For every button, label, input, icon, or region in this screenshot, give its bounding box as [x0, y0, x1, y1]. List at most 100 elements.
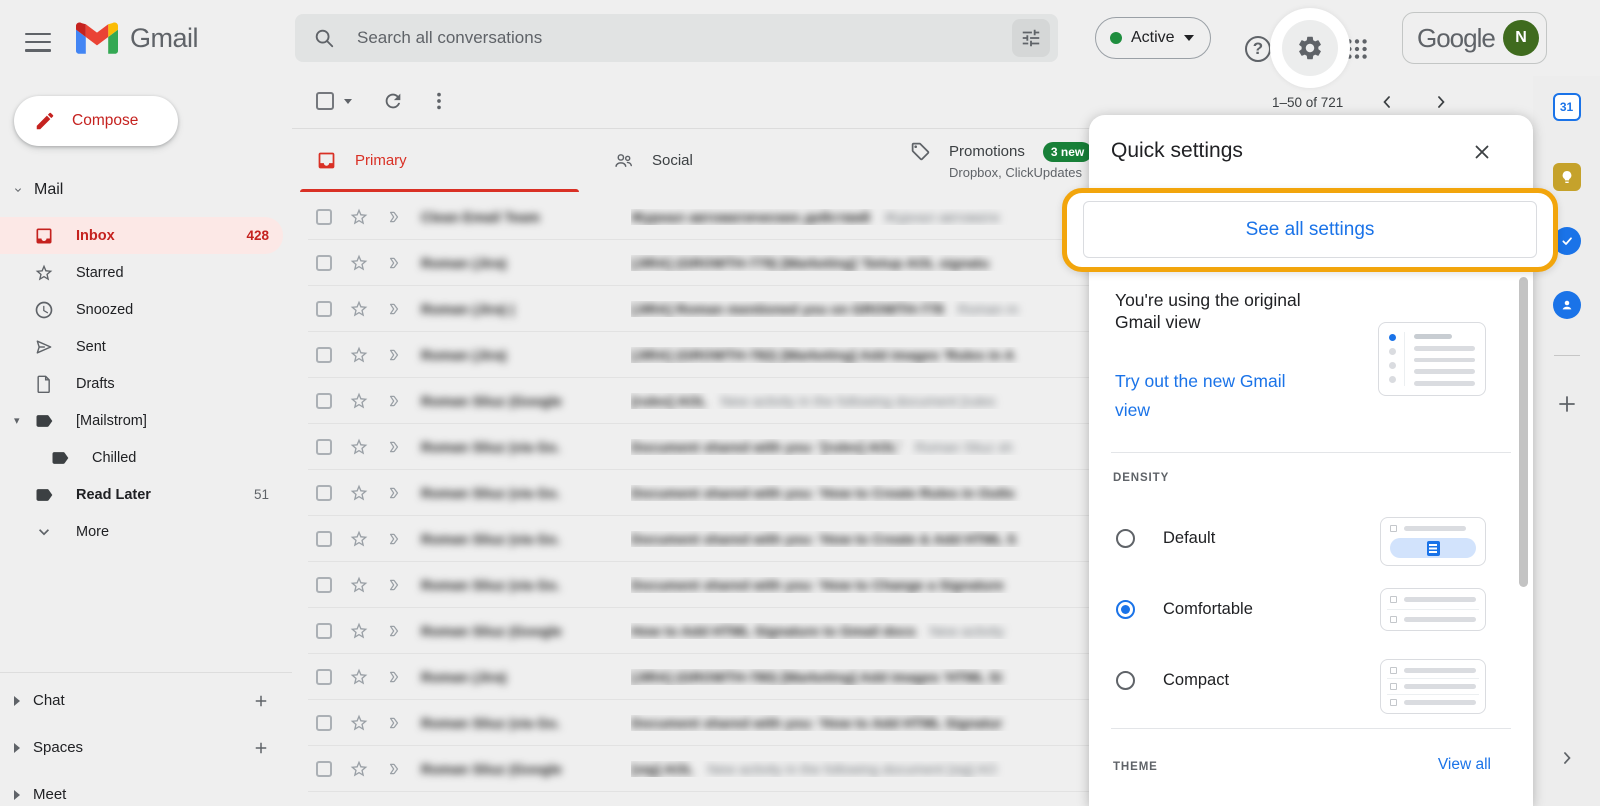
theme-view-all-link[interactable]: View all	[1438, 756, 1491, 774]
row-checkbox[interactable]	[316, 393, 332, 409]
row-checkbox[interactable]	[316, 439, 332, 455]
top-header: Gmail Search all conversations Active ? …	[0, 0, 1600, 76]
status-label: Active	[1131, 29, 1175, 47]
expand-right-icon[interactable]	[14, 790, 20, 800]
select-all-checkbox[interactable]	[316, 92, 334, 110]
row-checkbox[interactable]	[316, 301, 332, 317]
importance-marker-icon[interactable]	[386, 529, 406, 549]
search-bar[interactable]: Search all conversations	[295, 14, 1058, 62]
star-icon[interactable]	[349, 575, 369, 595]
star-icon[interactable]	[349, 621, 369, 641]
star-icon[interactable]	[349, 437, 369, 457]
support-button[interactable]: ?	[1245, 36, 1271, 62]
density-option[interactable]: Compact	[1089, 645, 1533, 716]
add-icon[interactable]	[1555, 392, 1579, 416]
panel-scrollbar[interactable]	[1519, 277, 1528, 587]
folder-icon	[34, 485, 54, 505]
importance-marker-icon[interactable]	[386, 345, 406, 365]
sidebar-item[interactable]: ▾ Starred	[0, 254, 283, 291]
expand-right-icon[interactable]	[14, 696, 20, 706]
older-page-icon[interactable]	[1431, 92, 1451, 112]
expand-right-icon[interactable]	[14, 743, 20, 753]
star-icon[interactable]	[349, 207, 369, 227]
sidebar-app-item[interactable]: Chat	[0, 677, 292, 724]
sidebar-item[interactable]: ▾ [Mailstrom]	[0, 402, 283, 439]
row-checkbox[interactable]	[316, 209, 332, 225]
importance-marker-icon[interactable]	[386, 207, 406, 227]
importance-marker-icon[interactable]	[386, 713, 406, 733]
settings-gear-icon[interactable]	[1296, 34, 1324, 62]
density-option[interactable]: Default	[1089, 503, 1533, 574]
row-checkbox[interactable]	[316, 531, 332, 547]
row-checkbox[interactable]	[316, 761, 332, 777]
expand-arrow-icon[interactable]: ▾	[14, 414, 20, 427]
importance-marker-icon[interactable]	[386, 667, 406, 687]
importance-marker-icon[interactable]	[386, 253, 406, 273]
row-checkbox[interactable]	[316, 577, 332, 593]
star-icon[interactable]	[349, 391, 369, 411]
sidebar-item[interactable]: ▾ Sent	[0, 328, 283, 365]
importance-marker-icon[interactable]	[386, 575, 406, 595]
importance-marker-icon[interactable]	[386, 759, 406, 779]
compose-button[interactable]: Compose	[14, 96, 178, 146]
main-menu-icon[interactable]	[25, 27, 51, 49]
more-vert-icon[interactable]	[428, 90, 450, 112]
importance-marker-icon[interactable]	[386, 391, 406, 411]
newer-page-icon[interactable]	[1377, 92, 1397, 112]
add-icon[interactable]	[252, 692, 270, 710]
sidebar-item[interactable]: ▾ Snoozed	[0, 291, 283, 328]
search-input[interactable]: Search all conversations	[357, 28, 1012, 48]
google-account-pill[interactable]: Google N	[1402, 12, 1547, 64]
star-icon[interactable]	[349, 345, 369, 365]
star-icon[interactable]	[349, 667, 369, 687]
sidebar-item[interactable]: ▾ More	[0, 513, 283, 550]
select-dropdown-icon[interactable]	[344, 99, 352, 104]
expand-chevron-icon[interactable]	[1557, 748, 1577, 768]
row-checkbox[interactable]	[316, 255, 332, 271]
radio-button[interactable]	[1116, 671, 1135, 690]
keep-icon[interactable]	[1553, 163, 1581, 191]
density-option[interactable]: Comfortable	[1089, 574, 1533, 645]
row-checkbox[interactable]	[316, 669, 332, 685]
importance-marker-icon[interactable]	[386, 437, 406, 457]
radio-button[interactable]	[1116, 600, 1135, 619]
sidebar-app-item[interactable]: Spaces	[0, 724, 292, 771]
email-sender: Roman Sliuz (via Go.	[421, 577, 619, 593]
sidebar-item[interactable]: ▾ Drafts	[0, 365, 283, 402]
contacts-icon[interactable]	[1553, 291, 1581, 319]
search-options-button[interactable]	[1012, 19, 1050, 57]
sidebar-item[interactable]: ▾ Inbox 428	[0, 217, 283, 254]
star-icon[interactable]	[349, 253, 369, 273]
importance-marker-icon[interactable]	[386, 299, 406, 319]
star-icon[interactable]	[349, 759, 369, 779]
email-sender: Clean Email Team	[421, 209, 619, 225]
mail-section-header[interactable]: Mail	[12, 176, 63, 204]
sidebar-item[interactable]: ▾ Chilled	[0, 439, 283, 476]
inbox-tab[interactable]: Primary	[300, 129, 597, 192]
email-subject: How to Add HTML Signature to Gmail docs	[631, 623, 916, 639]
star-icon[interactable]	[349, 529, 369, 549]
radio-button[interactable]	[1116, 529, 1135, 548]
inbox-tab[interactable]: Social	[597, 129, 894, 192]
close-icon[interactable]	[1471, 141, 1493, 163]
email-snippet: New activity	[930, 623, 1005, 639]
star-icon[interactable]	[349, 299, 369, 319]
row-checkbox[interactable]	[316, 623, 332, 639]
see-all-settings-button[interactable]: See all settings	[1083, 201, 1537, 258]
row-checkbox[interactable]	[316, 485, 332, 501]
add-icon[interactable]	[252, 739, 270, 757]
row-checkbox[interactable]	[316, 715, 332, 731]
row-checkbox[interactable]	[316, 347, 332, 363]
star-icon[interactable]	[349, 713, 369, 733]
search-icon[interactable]	[313, 27, 335, 49]
star-icon[interactable]	[349, 483, 369, 503]
try-new-view-link[interactable]: Try out the new Gmail view	[1115, 367, 1315, 425]
sidebar-item[interactable]: ▾ Read Later 51	[0, 476, 283, 513]
availability-status-chip[interactable]: Active	[1095, 17, 1211, 59]
calendar-icon[interactable]: 31	[1553, 93, 1581, 121]
importance-marker-icon[interactable]	[386, 483, 406, 503]
sidebar-app-item[interactable]: Meet	[0, 771, 292, 806]
importance-marker-icon[interactable]	[386, 621, 406, 641]
refresh-icon[interactable]	[382, 90, 404, 112]
avatar[interactable]: N	[1503, 20, 1539, 56]
